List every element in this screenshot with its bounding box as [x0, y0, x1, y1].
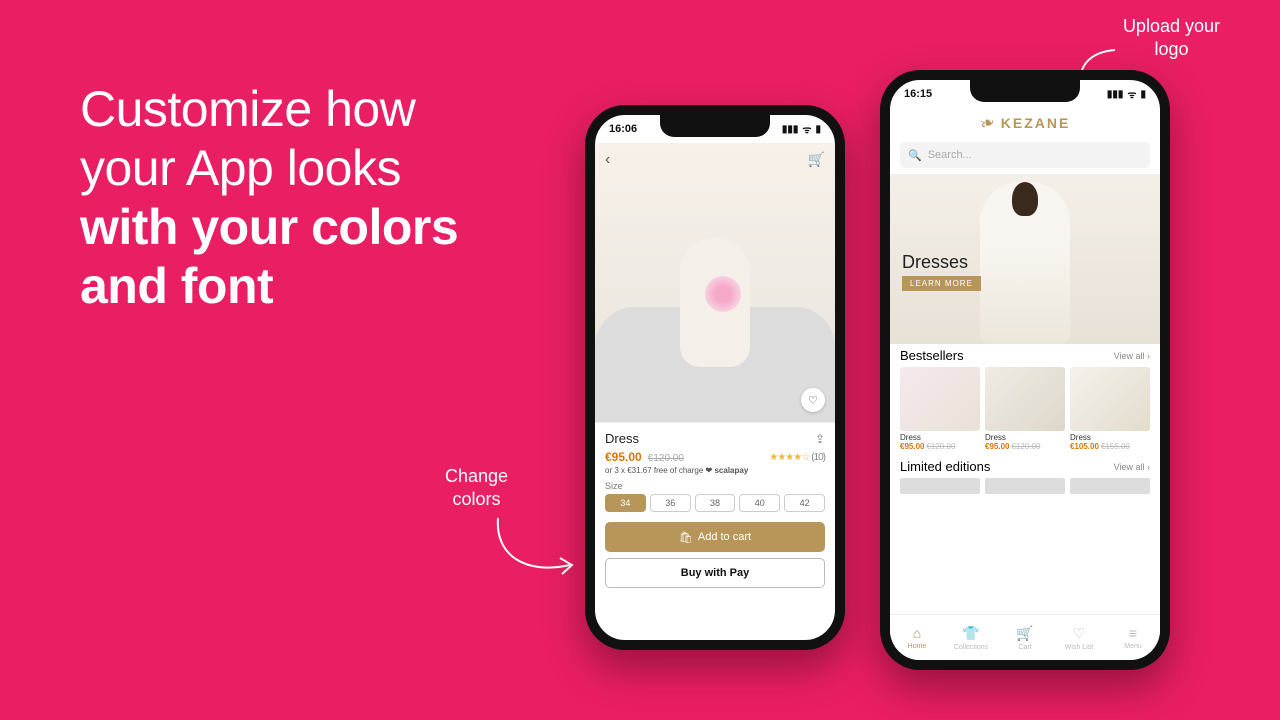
rating-count: (10)	[811, 452, 825, 463]
headline-line-4: and font	[80, 258, 273, 314]
search-icon: 🔍	[908, 149, 922, 162]
product-card[interactable]: Dress €105.00€155.00	[1070, 367, 1150, 451]
shirt-icon: 👕	[962, 625, 979, 642]
back-icon[interactable]: ‹	[605, 151, 610, 169]
financing-text: or 3 x €31.67 free of charge ❤ scalapay	[605, 466, 825, 475]
limited-thumb[interactable]	[1070, 478, 1150, 494]
share-icon[interactable]: ⇪	[815, 432, 825, 446]
size-option-42[interactable]: 42	[784, 494, 825, 512]
bag-icon: 🛍	[679, 531, 693, 544]
limited-title: Limited editions	[900, 459, 990, 474]
card-name: Dress	[985, 433, 1065, 442]
product-thumb	[900, 367, 980, 431]
product-hero-image: ‹ 🛒 ♡	[595, 143, 835, 423]
tab-cart[interactable]: 🛒 Cart	[998, 615, 1052, 660]
headline-line-2: your App looks	[80, 140, 401, 196]
product-old-price: €120.00	[648, 453, 684, 464]
product-title: Dress	[605, 431, 639, 446]
heart-icon: ♡	[1073, 625, 1086, 642]
annotation-upload-logo: Upload yourlogo	[1123, 15, 1220, 62]
product-card[interactable]: Dress €95.00€120.00	[900, 367, 980, 451]
home-icon: ⌂	[913, 625, 921, 641]
limited-thumb[interactable]	[900, 478, 980, 494]
limited-thumb[interactable]	[985, 478, 1065, 494]
bottom-tab-bar: ⌂ Home 👕 Collections 🛒 Cart ♡ Wish List …	[890, 614, 1160, 660]
wifi-icon: ᯤ	[802, 122, 811, 136]
hero-title: Dresses	[902, 252, 981, 273]
battery-icon: ▮	[815, 124, 821, 135]
search-input[interactable]: 🔍 Search...	[900, 142, 1150, 168]
battery-icon: ▮	[1140, 89, 1146, 100]
size-option-36[interactable]: 36	[650, 494, 691, 512]
tab-home[interactable]: ⌂ Home	[890, 615, 944, 660]
status-indicators: ▮▮▮ ᯤ ▮	[1107, 87, 1146, 101]
status-indicators: ▮▮▮ ᯤ ▮	[782, 122, 821, 136]
search-placeholder: Search...	[928, 149, 972, 161]
hero-banner[interactable]: Dresses LEARN MORE	[890, 174, 1160, 344]
card-price: €95.00€120.00	[985, 442, 1065, 451]
size-option-38[interactable]: 38	[695, 494, 736, 512]
cart-icon: 🛒	[1016, 625, 1033, 642]
menu-icon: ≡	[1129, 625, 1137, 641]
tab-menu[interactable]: ≡ Menu	[1106, 615, 1160, 660]
phone-notch	[970, 80, 1080, 102]
signal-icon: ▮▮▮	[782, 124, 799, 135]
add-to-cart-button[interactable]: 🛍 Add to cart	[605, 522, 825, 552]
tab-label: Wish List	[1065, 644, 1093, 651]
tab-collections[interactable]: 👕 Collections	[944, 615, 998, 660]
tab-label: Menu	[1124, 643, 1142, 650]
brand-header: ❧ KEZANE	[890, 108, 1160, 138]
tab-wishlist[interactable]: ♡ Wish List	[1052, 615, 1106, 660]
phone-mock-home: 16:15 ▮▮▮ ᯤ ▮ ❧ KEZANE 🔍 Search... Dress…	[880, 70, 1170, 670]
card-price: €105.00€155.00	[1070, 442, 1150, 451]
price-block: €95.00 €120.00	[605, 450, 684, 464]
annotation-change-colors: Changecolors	[445, 465, 508, 512]
bestsellers-section: Bestsellers View all › Dress €95.00€120.…	[890, 344, 1160, 451]
buy-with-apple-pay-button[interactable]: Buy with Pay	[605, 558, 825, 588]
limited-thumb-row	[900, 478, 1150, 494]
size-selector: 34 36 38 40 42	[605, 494, 825, 512]
card-name: Dress	[900, 433, 980, 442]
tab-label: Home	[908, 643, 927, 650]
arrow-to-colors-icon	[490, 510, 590, 590]
favorite-button[interactable]: ♡	[801, 388, 825, 412]
size-label: Size	[605, 481, 825, 491]
phone-notch	[660, 115, 770, 137]
limited-view-all[interactable]: View all ›	[1114, 462, 1150, 472]
headline-line-1: Customize how	[80, 81, 415, 137]
card-price: €95.00€120.00	[900, 442, 980, 451]
status-time: 16:06	[609, 123, 637, 135]
bestsellers-title: Bestsellers	[900, 348, 964, 363]
wifi-icon: ᯤ	[1127, 87, 1136, 101]
phone-mock-product: 16:06 ▮▮▮ ᯤ ▮ ‹ 🛒 ♡ Dress ⇪ €95.00 €120.…	[585, 105, 845, 650]
signal-icon: ▮▮▮	[1107, 89, 1124, 100]
product-thumb	[985, 367, 1065, 431]
size-option-40[interactable]: 40	[739, 494, 780, 512]
heart-icon: ♡	[808, 394, 818, 407]
product-thumb	[1070, 367, 1150, 431]
limited-editions-section: Limited editions View all ›	[890, 455, 1160, 494]
brand-leaf-icon: ❧	[977, 111, 998, 136]
product-card[interactable]: Dress €95.00€120.00	[985, 367, 1065, 451]
brand-name: KEZANE	[1001, 115, 1071, 131]
hero-model-hair	[1012, 182, 1038, 216]
product-price: €95.00	[605, 450, 642, 464]
marketing-headline: Customize how your App looks with your c…	[80, 80, 458, 316]
headline-line-3: with your colors	[80, 199, 458, 255]
bestsellers-view-all[interactable]: View all ›	[1114, 351, 1150, 361]
tab-label: Collections	[954, 644, 988, 651]
cart-icon[interactable]: 🛒	[808, 151, 825, 168]
status-time: 16:15	[904, 88, 932, 100]
tab-label: Cart	[1018, 644, 1031, 651]
rating-stars: ★★★★☆(10)	[769, 452, 825, 463]
size-option-34[interactable]: 34	[605, 494, 646, 512]
card-name: Dress	[1070, 433, 1150, 442]
hero-learn-more-button[interactable]: LEARN MORE	[902, 276, 981, 291]
